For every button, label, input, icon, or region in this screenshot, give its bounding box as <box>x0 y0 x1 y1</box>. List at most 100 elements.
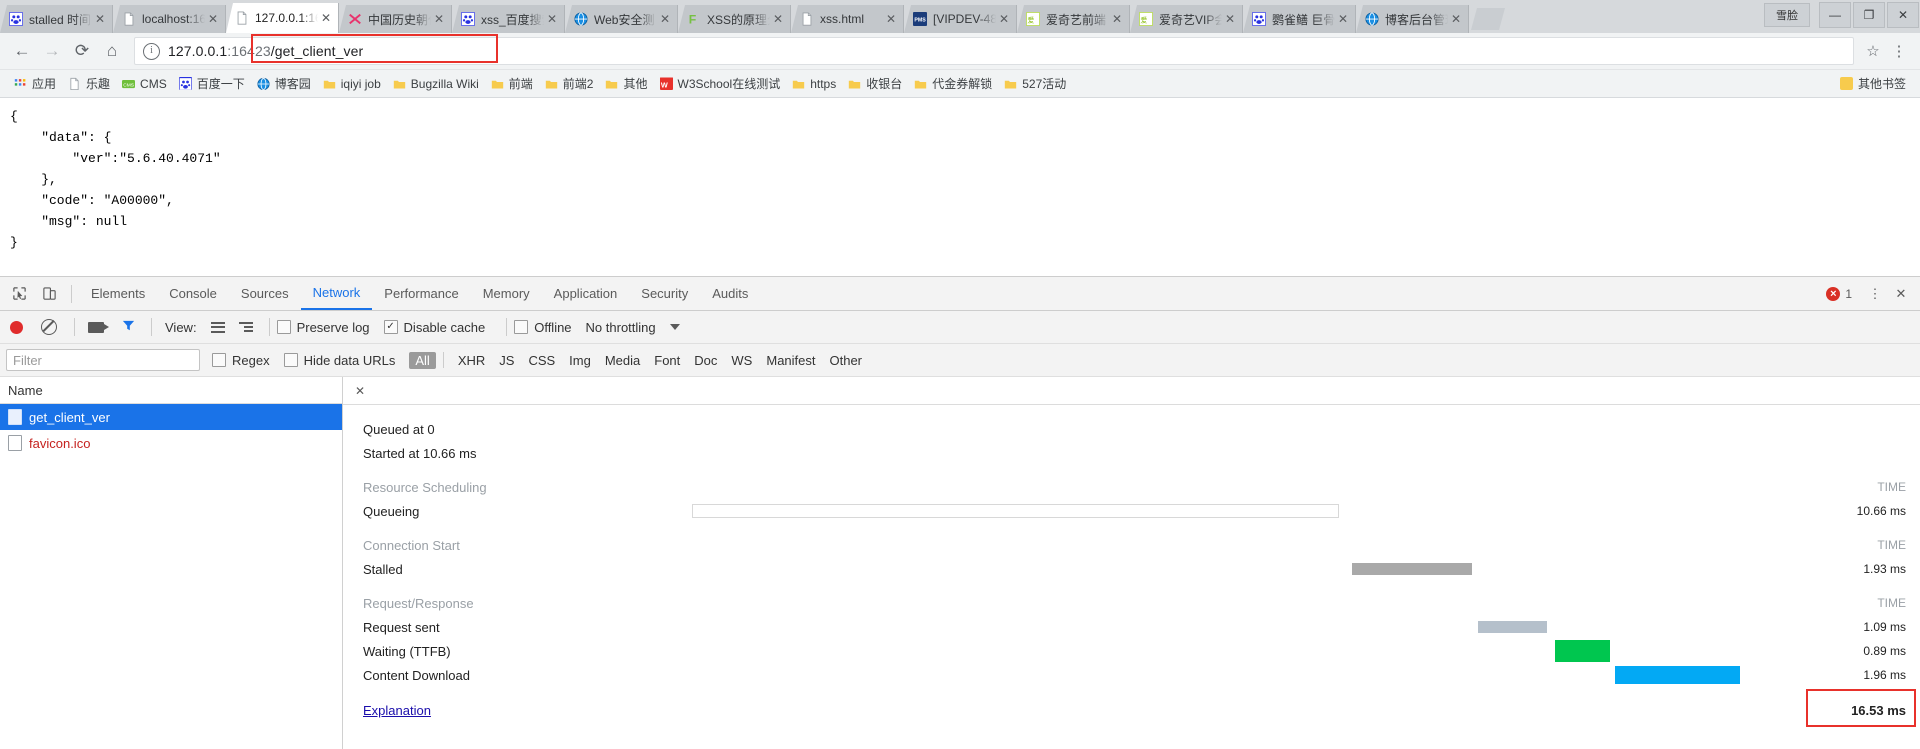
explanation-link[interactable]: Explanation <box>343 703 533 718</box>
bookmark-label: Bugzilla Wiki <box>410 76 479 91</box>
devtools-tab-performance[interactable]: Performance <box>372 278 470 310</box>
filter-type-ws[interactable]: WS <box>724 353 759 368</box>
browser-tab-5[interactable]: Web安全测 ✕ <box>565 5 678 33</box>
devtools-tab-elements[interactable]: Elements <box>79 278 157 310</box>
browser-tab-7[interactable]: xss.html ✕ <box>791 5 904 33</box>
devtools-close-icon[interactable]: ✕ <box>1888 280 1914 308</box>
offline-checkbox[interactable]: Offline <box>514 320 572 335</box>
clear-icon[interactable] <box>41 319 57 335</box>
filter-type-css[interactable]: CSS <box>521 353 562 368</box>
cursor-inspect-icon[interactable] <box>4 280 34 308</box>
devtools-tab-security[interactable]: Security <box>629 278 700 310</box>
bookmark-item-14[interactable]: 527活动 <box>998 73 1072 95</box>
devtools-tab-console[interactable]: Console <box>157 278 229 310</box>
tab-close-icon[interactable]: ✕ <box>883 13 899 25</box>
bookmark-item-0[interactable]: 应用 <box>8 73 62 95</box>
bookmark-item-7[interactable]: 前端 <box>485 73 539 95</box>
tab-close-icon[interactable]: ✕ <box>996 13 1012 25</box>
filter-type-other[interactable]: Other <box>823 353 870 368</box>
filter-type-media[interactable]: Media <box>598 353 647 368</box>
devtools-tab-sources[interactable]: Sources <box>229 278 301 310</box>
tab-close-icon[interactable]: ✕ <box>544 13 560 25</box>
browser-tab-4[interactable]: xss_百度搜索✕ <box>452 5 565 33</box>
request-row-1[interactable]: favicon.ico <box>0 430 342 456</box>
home-icon[interactable]: ⌂ <box>98 37 126 65</box>
capture-screenshots-icon[interactable] <box>88 321 109 333</box>
tab-close-icon[interactable]: ✕ <box>770 13 786 25</box>
tab-close-icon[interactable]: ✕ <box>1335 13 1351 25</box>
browser-tab-2[interactable]: 127.0.0.1:16 ✕ <box>226 3 339 33</box>
browser-tab-10[interactable]: 爱 爱奇艺VIP会 ✕ <box>1130 5 1243 33</box>
devtools-tab-audits[interactable]: Audits <box>700 278 760 310</box>
filter-type-xhr[interactable]: XHR <box>451 353 492 368</box>
devtools-tab-network[interactable]: Network <box>300 278 373 310</box>
filter-funnel-icon[interactable] <box>121 318 136 336</box>
browser-tab-9[interactable]: 爱 爱奇艺前端 ✕ <box>1017 5 1130 33</box>
devtools-tab-application[interactable]: Application <box>542 278 630 310</box>
tab-close-icon[interactable]: ✕ <box>205 13 221 25</box>
browser-tab-11[interactable]: 鹦雀鳝 巨骨 ✕ <box>1243 5 1356 33</box>
regex-checkbox[interactable]: Regex <box>212 353 270 368</box>
tab-close-icon[interactable]: ✕ <box>657 13 673 25</box>
page-info-icon[interactable]: i <box>143 42 160 60</box>
tab-close-icon[interactable]: ✕ <box>318 12 334 24</box>
browser-tab-1[interactable]: localhost:16 ✕ <box>113 5 226 33</box>
maximize-button[interactable]: ❐ <box>1853 2 1885 28</box>
tab-close-icon[interactable]: ✕ <box>92 13 108 25</box>
bookmark-item-6[interactable]: Bugzilla Wiki <box>387 73 485 95</box>
bookmark-item-10[interactable]: W W3School在线测试 <box>654 73 787 95</box>
minimize-button[interactable]: — <box>1819 2 1851 28</box>
tab-close-icon[interactable]: ✕ <box>1109 13 1125 25</box>
bookmark-star-icon[interactable]: ☆ <box>1860 42 1886 60</box>
detail-close-icon[interactable]: ✕ <box>349 384 371 398</box>
filter-type-js[interactable]: JS <box>492 353 521 368</box>
disable-cache-checkbox[interactable]: ✓ Disable cache <box>383 320 485 335</box>
bookmark-item-8[interactable]: 前端2 <box>539 73 600 95</box>
chrome-menu-icon[interactable]: ⋮ <box>1886 42 1912 60</box>
device-toggle-icon[interactable] <box>34 280 64 308</box>
devtools-tab-memory[interactable]: Memory <box>471 278 542 310</box>
browser-tab-3[interactable]: 中国历史朝代✕ <box>339 5 452 33</box>
chevron-down-icon[interactable] <box>669 324 680 330</box>
request-name-column-header[interactable]: Name <box>0 377 342 404</box>
browser-tab-12[interactable]: 博客后台管理✕ <box>1356 5 1469 33</box>
browser-tab-8[interactable]: PMS [VIPDEV-48 ✕ <box>904 5 1017 33</box>
address-bar[interactable]: i 127.0.0.1:16423/get_client_ver <box>134 37 1854 65</box>
bookmark-item-4[interactable]: 博客园 <box>251 73 317 95</box>
filter-type-all[interactable]: All <box>409 351 436 369</box>
preserve-log-checkbox[interactable]: Preserve log <box>276 320 370 335</box>
record-button[interactable] <box>10 320 23 334</box>
filter-type-img[interactable]: Img <box>562 353 598 368</box>
filter-type-font[interactable]: Font <box>647 353 687 368</box>
bookmark-item-5[interactable]: iqiyi job <box>317 73 387 95</box>
throttling-value[interactable]: No throttling <box>586 320 656 335</box>
error-count-badge[interactable]: × 1 <box>1826 286 1852 301</box>
back-icon[interactable]: ← <box>8 37 36 65</box>
filter-type-manifest[interactable]: Manifest <box>759 353 822 368</box>
tab-close-icon[interactable]: ✕ <box>431 13 447 25</box>
grouped-view-icon[interactable] <box>238 321 254 333</box>
close-window-button[interactable]: ✕ <box>1887 2 1919 28</box>
hide-data-urls-checkbox[interactable]: Hide data URLs <box>283 353 395 368</box>
list-view-icon[interactable] <box>210 321 225 333</box>
browser-tab-0[interactable]: stalled 时间 ✕ <box>0 5 113 33</box>
devtools-more-icon[interactable]: ⋮ <box>1862 280 1888 308</box>
bookmark-item-9[interactable]: 其他 <box>599 73 653 95</box>
bookmark-item-1[interactable]: 乐趣 <box>62 73 116 95</box>
bookmark-item-2[interactable]: CMS CMS <box>116 73 173 95</box>
bookmark-item-13[interactable]: 代金券解锁 <box>908 73 998 95</box>
new-tab-button[interactable] <box>1471 8 1505 30</box>
tab-close-icon[interactable]: ✕ <box>1448 13 1464 25</box>
filter-type-doc[interactable]: Doc <box>687 353 724 368</box>
browser-tab-6[interactable]: F XSS的原理分✕ <box>678 5 791 33</box>
request-row-0[interactable]: get_client_ver <box>0 404 342 430</box>
bookmark-other[interactable]: 其他书签 <box>1834 73 1912 95</box>
window-restore-label[interactable]: 雪脸 <box>1764 3 1810 27</box>
tab-close-icon[interactable]: ✕ <box>1222 13 1238 25</box>
bookmark-item-12[interactable]: 收银台 <box>842 73 908 95</box>
bookmark-item-11[interactable]: https <box>786 73 842 95</box>
forward-icon[interactable]: → <box>38 37 66 65</box>
filter-input[interactable]: Filter <box>6 349 200 371</box>
bookmark-item-3[interactable]: 百度一下 <box>173 73 251 95</box>
reload-icon[interactable]: ⟳ <box>68 37 96 65</box>
